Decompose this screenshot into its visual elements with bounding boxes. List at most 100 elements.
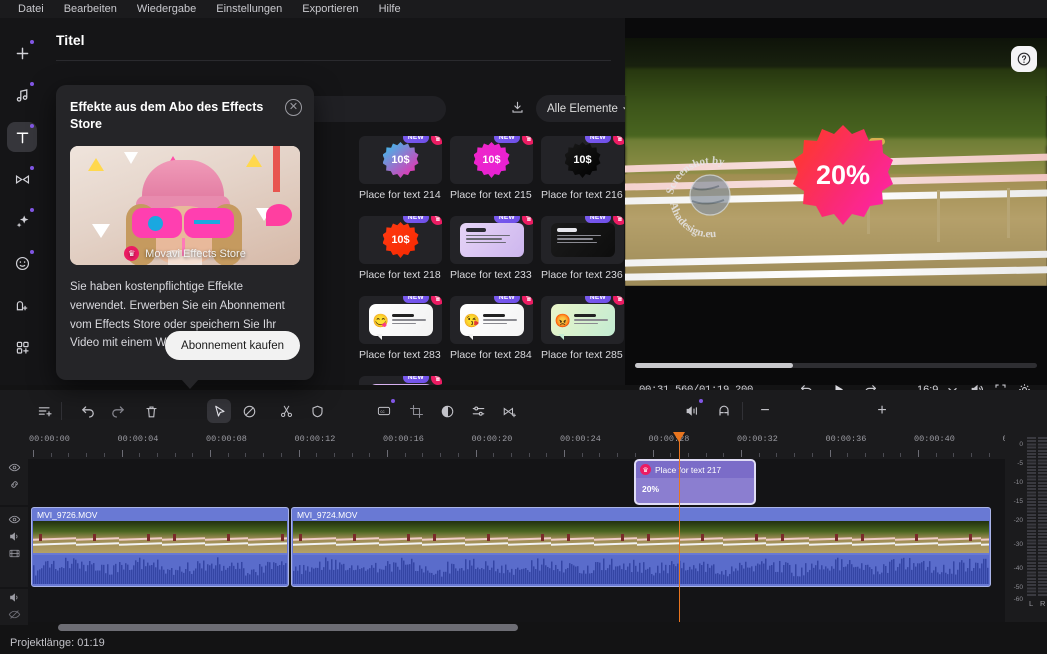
meter-scale-label: 0: [1019, 441, 1023, 448]
undo-icon[interactable]: [76, 399, 100, 423]
ruler-minor-tick: [705, 453, 707, 457]
crown-icon: ♛: [522, 216, 533, 225]
snap-magnet-icon[interactable]: [712, 399, 736, 423]
title-preset-card[interactable]: NEW ♛ Place for text 236: [541, 216, 624, 281]
video-track-filmstrip-icon[interactable]: [0, 545, 28, 562]
clip-thumbnail-frame: [766, 521, 809, 553]
video-track-visibility-icon[interactable]: [0, 511, 28, 528]
detach-audio-icon[interactable]: [680, 399, 704, 423]
speech-bubble-shape: 😋: [368, 304, 433, 340]
starburst-shape: 10$: [473, 142, 510, 178]
title-preset-card[interactable]: NEW ♛ 😡 Place for text 285: [541, 296, 624, 361]
ruler-minor-tick: [68, 453, 70, 457]
ruler-minor-tick: [847, 453, 849, 457]
ruler-minor-tick: [794, 453, 796, 457]
video-track-mute-icon[interactable]: [0, 528, 28, 545]
title-preset-card[interactable]: NEW ♛ 😋 Place for text 283: [359, 296, 442, 361]
crown-icon: ♛: [613, 296, 624, 305]
preset-label: Place for text 283: [359, 349, 441, 361]
crown-icon: ♛: [431, 136, 442, 145]
help-icon[interactable]: [1011, 46, 1037, 72]
ruler-tick: [210, 450, 211, 457]
clip-thumbnail-frame: [508, 521, 551, 553]
preset-thumbnail: NEW ♛ 😋: [359, 296, 442, 344]
redo-icon[interactable]: [106, 399, 130, 423]
titles-icon[interactable]: [7, 122, 37, 152]
ruler-tick: [652, 450, 654, 457]
filter-dropdown[interactable]: Alle Elemente: [536, 95, 625, 122]
add-media-icon[interactable]: [7, 38, 37, 68]
menu-item-wiedergabe[interactable]: Wiedergabe: [127, 0, 206, 18]
more-tools-icon[interactable]: [7, 332, 37, 362]
stickers-icon[interactable]: [7, 248, 37, 278]
ruler-minor-tick: [723, 453, 725, 457]
title-preset-card[interactable]: NEW ♛ 10$ Place for text 218: [359, 216, 442, 281]
title-preset-card[interactable]: NEW♛🥺Place for text 286: [359, 376, 442, 385]
color-adjust-icon[interactable]: [435, 399, 459, 423]
meter-scale-label: -10: [1013, 479, 1023, 486]
menu-item-einstellungen[interactable]: Einstellungen: [206, 0, 292, 18]
crop-icon[interactable]: [404, 399, 428, 423]
timeline-video-clip[interactable]: MVI_9726.MOV: [31, 507, 289, 587]
title-preset-card[interactable]: NEW ♛ Place for text 233: [450, 216, 533, 281]
ruler-minor-tick: [687, 453, 689, 457]
ruler-minor-tick: [316, 453, 318, 457]
ruler-tick: [33, 450, 34, 457]
menu-item-bearbeiten[interactable]: Bearbeiten: [54, 0, 127, 18]
buy-subscription-button[interactable]: Abonnement kaufen: [165, 331, 300, 360]
add-track-icon[interactable]: [33, 399, 57, 423]
title-track-lock-icon[interactable]: [0, 476, 28, 493]
timeline-video-clip[interactable]: MVI_9724.MOV: [291, 507, 991, 587]
timeline-title-clip[interactable]: ♛ Place for text 217 20%: [634, 459, 756, 505]
properties-icon[interactable]: [466, 399, 490, 423]
audio-icon[interactable]: [7, 80, 37, 110]
split-tool-icon[interactable]: [274, 399, 298, 423]
watermark: Screenshot by Ahadesign.eu: [660, 143, 760, 243]
ruler-minor-tick: [457, 453, 459, 457]
ruler-minor-tick: [440, 453, 442, 457]
scrollbar-thumb[interactable]: [58, 624, 518, 631]
captions-icon[interactable]: cc: [372, 399, 396, 423]
slip-tool-icon[interactable]: [237, 399, 261, 423]
playhead[interactable]: [673, 432, 685, 622]
delete-icon[interactable]: [139, 399, 163, 423]
clip-waveform: [33, 555, 287, 584]
ruler-label: 00:00:00: [29, 434, 70, 444]
title-preset-card[interactable]: NEW ♛ 10$ Place for text 215: [450, 136, 533, 201]
emoji-icon: 😡: [554, 312, 571, 328]
video-preview[interactable]: 20% Screenshot by Ahadesign.eu: [625, 38, 1047, 286]
seek-bar[interactable]: [635, 363, 1037, 368]
speech-bubble-shape: 🥺: [368, 384, 433, 385]
meter-bar-left: [1027, 437, 1036, 597]
transition-add-icon[interactable]: [497, 399, 521, 423]
menu-item-hilfe[interactable]: Hilfe: [369, 0, 411, 18]
close-icon[interactable]: ✕: [285, 99, 302, 116]
menu-item-datei[interactable]: Datei: [8, 0, 54, 18]
audio-track-mute-icon[interactable]: [0, 589, 28, 606]
preset-thumbnail: NEW ♛ 😘: [450, 296, 533, 344]
filter-label: Alle Elemente: [547, 102, 618, 115]
zoom-in-button[interactable]: +: [870, 399, 894, 423]
audio-track-hidden-icon[interactable]: [0, 606, 28, 623]
marker-tool-icon[interactable]: [305, 399, 329, 423]
shapes-icon[interactable]: [7, 290, 37, 320]
preset-label: Place for text 285: [541, 349, 623, 361]
effects-icon[interactable]: [7, 206, 37, 236]
title-preset-card[interactable]: NEW ♛ 10$ Place for text 214: [359, 136, 442, 201]
title-track-visibility-icon[interactable]: [0, 459, 28, 476]
store-label: Movavi Effects Store: [145, 247, 246, 260]
timeline-hscrollbar[interactable]: [28, 624, 1003, 631]
menu-item-exportieren[interactable]: Exportieren: [292, 0, 368, 18]
new-badge: NEW: [493, 136, 520, 143]
title-preset-card[interactable]: NEW ♛ 😘 Place for text 284: [450, 296, 533, 361]
transitions-icon[interactable]: [7, 164, 37, 194]
pointer-tool-icon[interactable]: [207, 399, 231, 423]
ruler-minor-tick: [103, 453, 105, 457]
clip-thumbnail-frame: [895, 521, 938, 553]
zoom-out-button[interactable]: −: [753, 399, 777, 423]
title-preset-card[interactable]: NEW ♛ 10$ Place for text 216: [541, 136, 624, 201]
meter-bar-right: [1038, 437, 1047, 597]
timeline-ruler[interactable]: 00:00:00 00:00:04 00:00:08 00:00:12 00:00:16…: [0, 432, 1047, 459]
meter-channel-label: L: [1029, 599, 1034, 608]
download-icon[interactable]: [510, 100, 525, 118]
